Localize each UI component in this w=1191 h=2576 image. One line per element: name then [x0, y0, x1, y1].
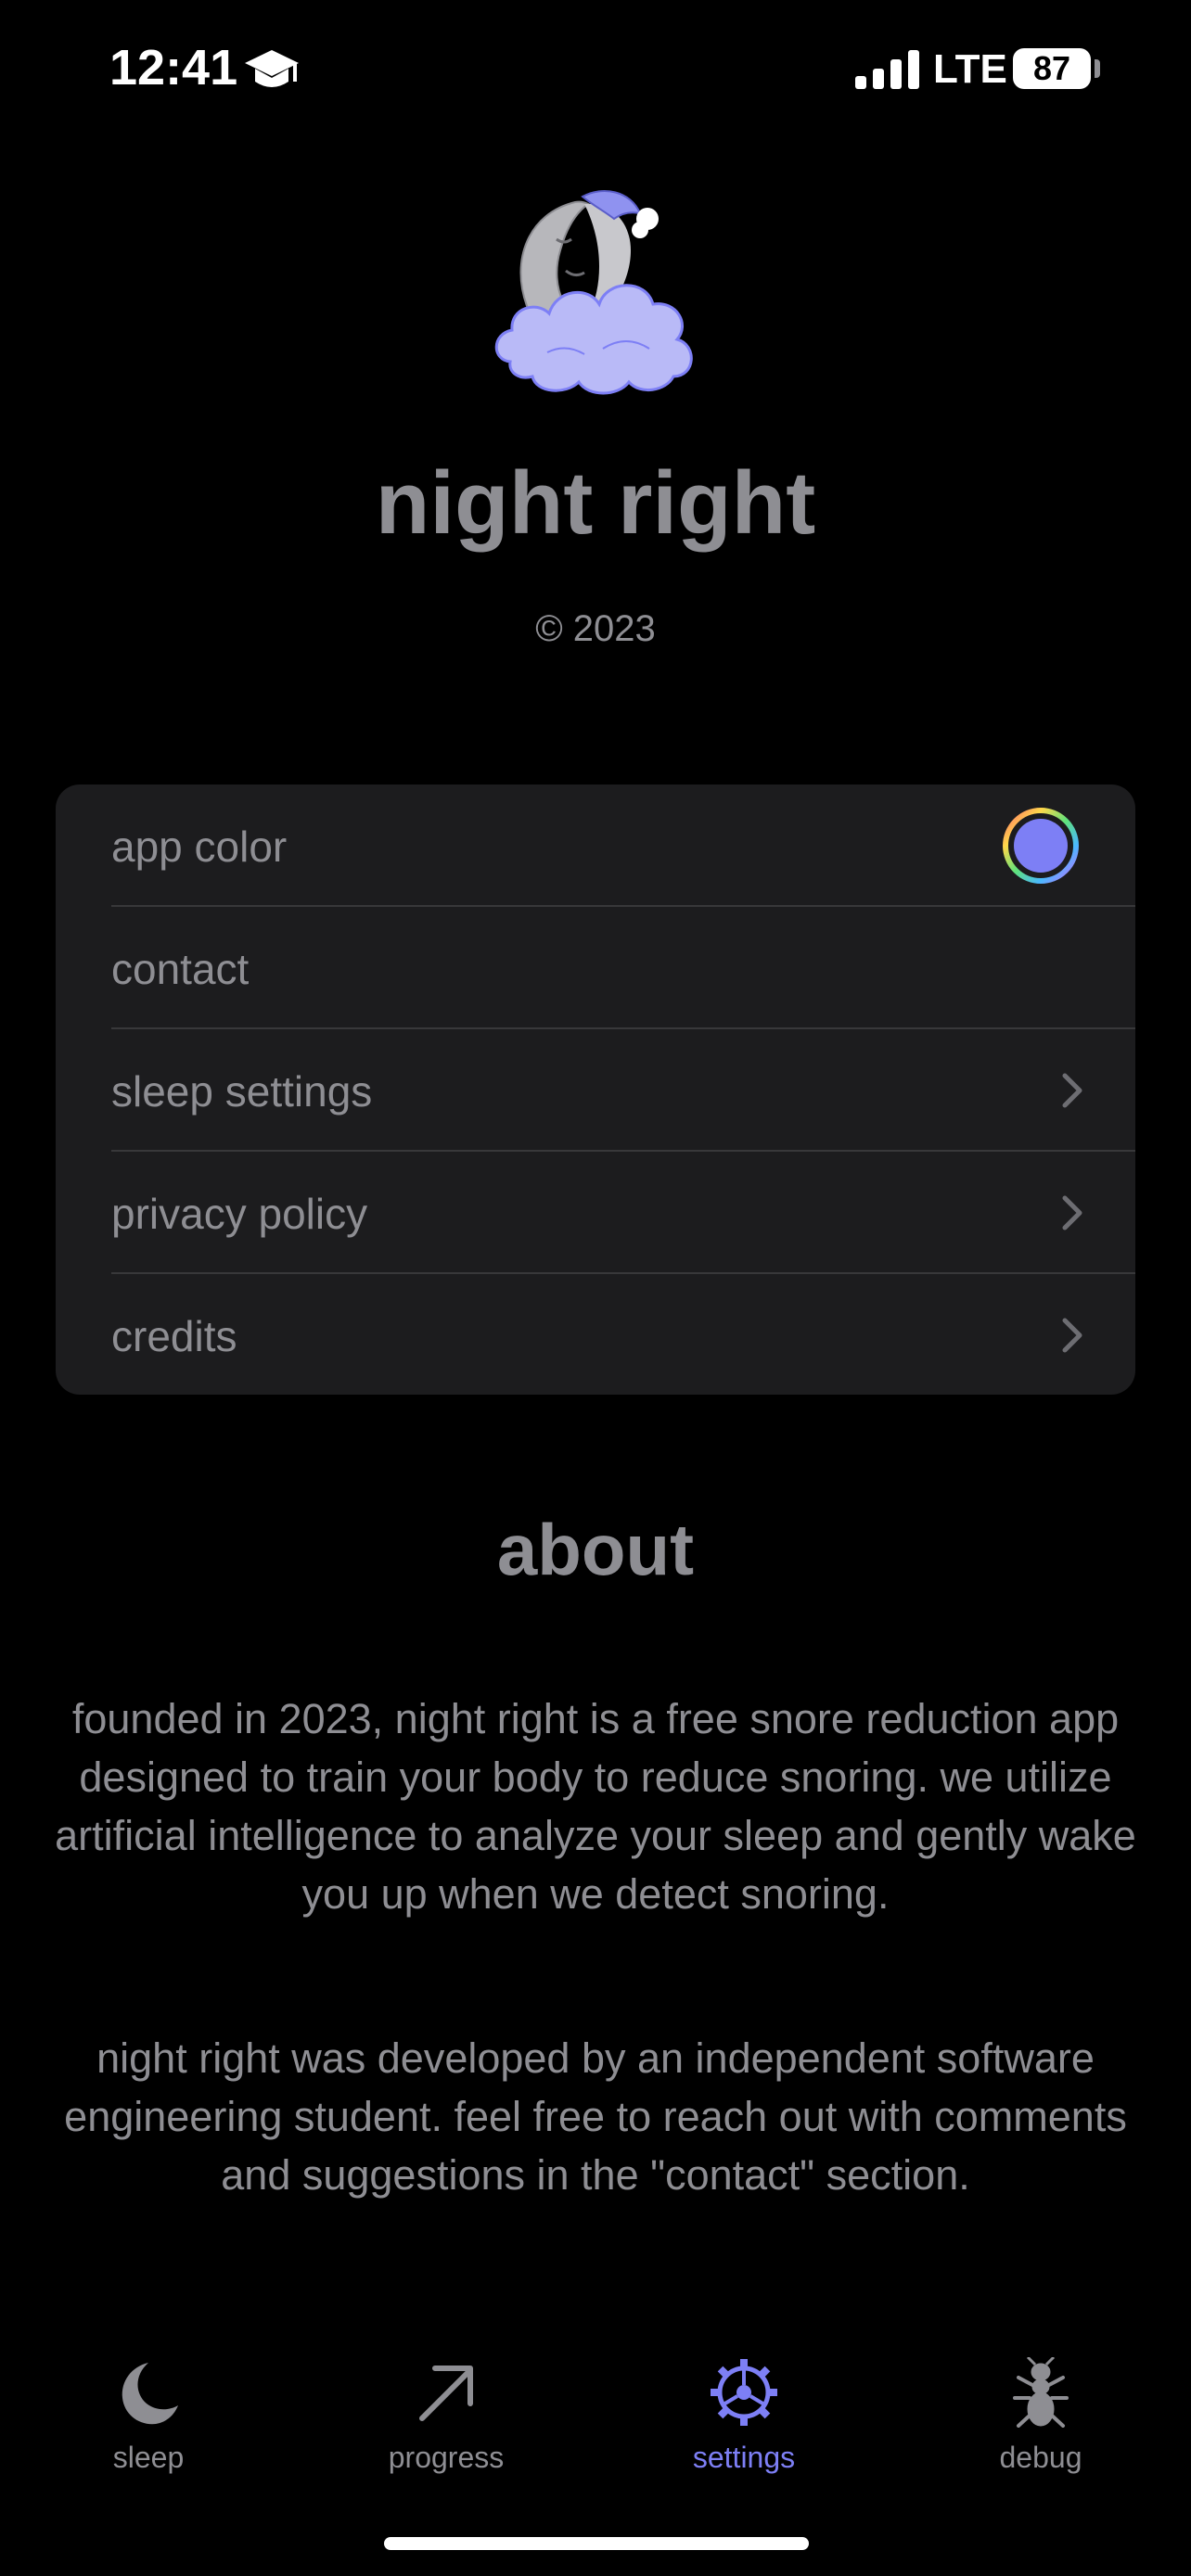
tab-bar: sleep progress settings debug: [0, 2337, 1191, 2504]
tab-debug[interactable]: debug: [939, 2337, 1143, 2485]
tab-label: sleep: [112, 2441, 185, 2474]
sleeping-moon-cloud-logo: [494, 190, 693, 395]
moon-icon: [122, 2363, 178, 2425]
chevron-right-icon: [1062, 1073, 1082, 1108]
settings-row-label: privacy policy: [111, 1190, 368, 1238]
settings-list: app color contact sleep settings privacy…: [56, 784, 1135, 1395]
status-bar: 12:41 LTE 87: [0, 0, 1191, 139]
tab-settings[interactable]: settings: [642, 2337, 846, 2485]
ant-icon: [1013, 2357, 1069, 2428]
tab-label: debug: [999, 2441, 1082, 2474]
settings-row-label: sleep settings: [111, 1067, 373, 1116]
tab-sleep[interactable]: sleep: [46, 2337, 250, 2485]
settings-row-sleep-settings[interactable]: sleep settings: [56, 1029, 1135, 1152]
battery-icon: 87: [1013, 48, 1091, 89]
settings-row-label: app color: [111, 823, 288, 871]
copyright-text: © 2023: [535, 608, 656, 649]
settings-row-contact[interactable]: contact: [56, 907, 1135, 1029]
status-time: 12:41: [109, 40, 238, 96]
app-color-swatch[interactable]: [1002, 807, 1080, 885]
tab-label: settings: [692, 2441, 796, 2474]
settings-row-label: contact: [111, 945, 250, 993]
chevron-right-icon: [1062, 1195, 1082, 1231]
tab-progress[interactable]: progress: [344, 2337, 548, 2485]
home-indicator[interactable]: [384, 2537, 809, 2550]
signal-bars-icon: [855, 50, 919, 89]
battery-tip: [1095, 59, 1100, 78]
about-paragraph: night right was developed by an independ…: [64, 2034, 1127, 2199]
app-title: night right: [375, 453, 816, 553]
gear-icon: [711, 2359, 777, 2426]
settings-row-privacy-policy[interactable]: privacy policy: [56, 1152, 1135, 1274]
settings-row-credits[interactable]: credits: [56, 1274, 1135, 1395]
settings-row-label: credits: [111, 1312, 237, 1360]
network-type: LTE: [933, 46, 1007, 92]
about-heading: about: [496, 1509, 695, 1590]
arrow-up-right-icon: [419, 2366, 473, 2421]
chevron-right-icon: [1062, 1318, 1082, 1353]
about-paragraph: founded in 2023, night right is a free s…: [55, 1695, 1136, 1918]
graduation-cap-icon: [245, 50, 299, 87]
settings-row-app-color[interactable]: app color: [56, 784, 1135, 907]
tab-label: progress: [388, 2441, 505, 2474]
